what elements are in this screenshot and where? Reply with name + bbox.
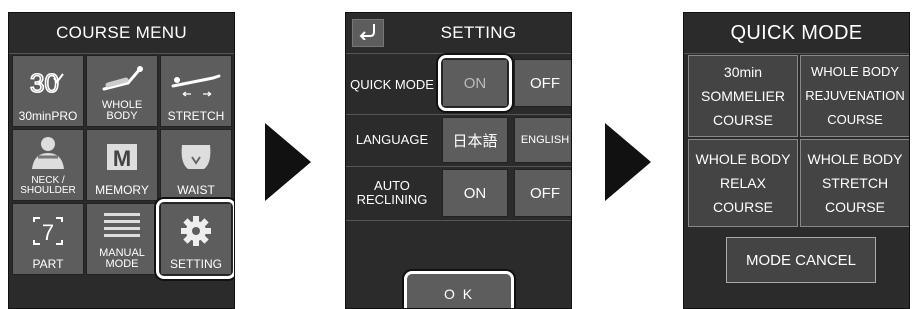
setting-screen: SETTING QUICK MODE ON OFF LANGUAGE 日本語 E… bbox=[345, 12, 572, 309]
course-neck-shoulder-button[interactable]: NECK / SHOULDER bbox=[12, 129, 84, 201]
right-arrow-icon bbox=[265, 123, 311, 201]
course-whole-body-stretch-button[interactable]: WHOLE BODY STRETCH COURSE bbox=[800, 139, 909, 227]
auto-reclining-off-button[interactable]: OFF bbox=[514, 169, 571, 217]
quick-mode-screen: QUICK MODE 30min SOMMELIER COURSE WHOLE … bbox=[683, 12, 910, 309]
quick-mode-off-button[interactable]: OFF bbox=[514, 59, 571, 107]
memory-m-icon: M bbox=[87, 130, 157, 184]
divider bbox=[346, 166, 571, 167]
quick-mode-label: QUICK MODE bbox=[350, 77, 434, 92]
course-whole-body-button[interactable]: WHOLE BODY bbox=[86, 55, 158, 127]
divider bbox=[9, 53, 234, 54]
manual-lines-icon bbox=[87, 204, 157, 248]
mode-cancel-button[interactable]: MODE CANCEL bbox=[726, 237, 876, 283]
auto-reclining-on-button[interactable]: ON bbox=[442, 169, 508, 217]
stretch-icon bbox=[161, 56, 231, 110]
selection-highlight bbox=[156, 199, 234, 279]
course-manual-mode-button[interactable]: MANUAL MODE bbox=[86, 203, 158, 275]
course-label: STRETCH bbox=[167, 109, 225, 123]
course-part-button[interactable]: 7 PART bbox=[12, 203, 84, 275]
divider bbox=[346, 53, 571, 54]
language-japanese-button[interactable]: 日本語 bbox=[442, 117, 508, 163]
course-memory-button[interactable]: M MEMORY bbox=[86, 129, 158, 201]
screen-title: SETTING bbox=[440, 23, 517, 42]
course-label: WHOLE BODY bbox=[101, 99, 143, 122]
back-button[interactable] bbox=[352, 19, 384, 47]
waist-icon bbox=[161, 130, 231, 184]
divider bbox=[346, 114, 571, 115]
divider bbox=[684, 53, 909, 54]
course-30min-sommelier-button[interactable]: 30min SOMMELIER COURSE bbox=[688, 55, 798, 137]
course-whole-body-relax-button[interactable]: WHOLE BODY RELAX COURSE bbox=[688, 139, 798, 227]
auto-reclining-label: AUTO RECLINING bbox=[356, 178, 428, 207]
language-label: LANGUAGE bbox=[355, 132, 429, 147]
course-stretch-button[interactable]: STRETCH bbox=[160, 55, 232, 127]
course-label: PART bbox=[32, 257, 64, 271]
selection-highlight bbox=[438, 55, 512, 111]
reclining-body-icon bbox=[87, 56, 157, 100]
course-label: MANUAL MODE bbox=[99, 247, 145, 270]
screen-title: COURSE MENU bbox=[56, 23, 187, 42]
svg-text:30: 30 bbox=[30, 68, 59, 98]
return-arrow-icon bbox=[358, 22, 378, 45]
course-30minpro-button[interactable]: 30 30minPRO bbox=[12, 55, 84, 127]
course-label: 30minPRO bbox=[18, 109, 78, 123]
course-label: WAIST bbox=[177, 183, 215, 197]
course-label: NECK / SHOULDER bbox=[20, 175, 76, 196]
screen-title: QUICK MODE bbox=[730, 21, 863, 44]
course-label: MEMORY bbox=[95, 183, 149, 197]
neck-shoulder-icon bbox=[13, 130, 83, 176]
ok-button[interactable]: O K bbox=[404, 271, 514, 308]
part-bracket-7-icon: 7 bbox=[13, 204, 83, 258]
course-whole-body-rejuvenation-button[interactable]: WHOLE BODY REJUVENATION COURSE bbox=[800, 55, 909, 137]
svg-text:M: M bbox=[113, 146, 131, 171]
course-waist-button[interactable]: WAIST bbox=[160, 129, 232, 201]
30-minute-icon: 30 bbox=[13, 56, 83, 110]
svg-text:7: 7 bbox=[42, 220, 54, 245]
right-arrow-icon bbox=[605, 123, 651, 201]
divider bbox=[346, 220, 571, 221]
course-menu-screen: COURSE MENU 30 30minPRO WHOLE BODY STRET… bbox=[8, 12, 235, 309]
language-english-button[interactable]: ENGLISH bbox=[514, 117, 571, 163]
